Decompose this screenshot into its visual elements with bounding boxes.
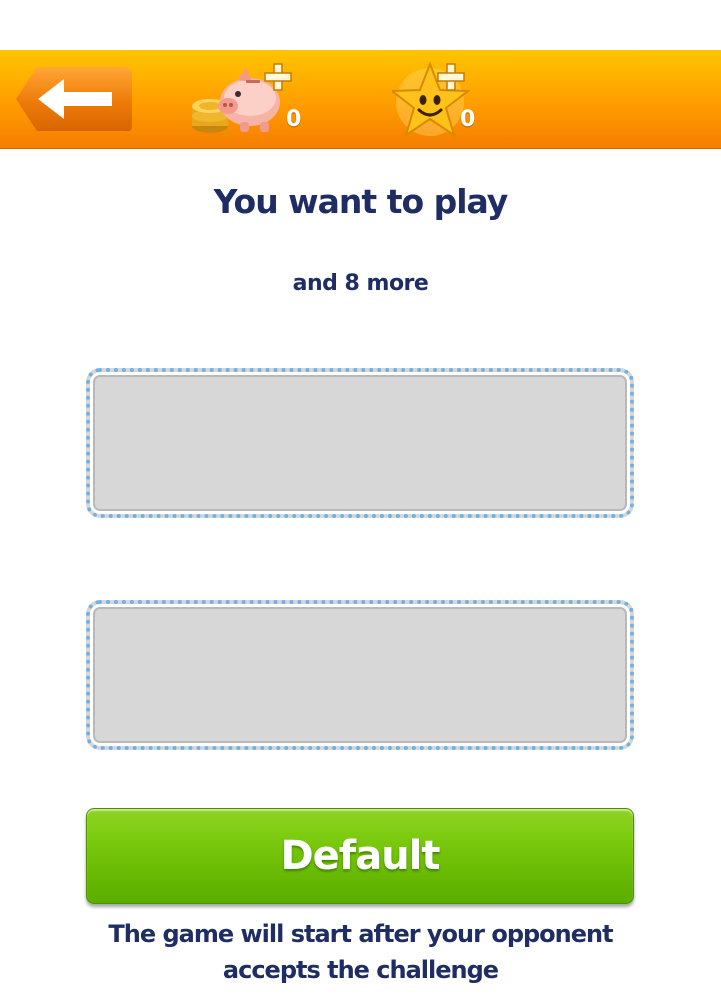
players-subtitle: and 8 more [292,271,429,296]
coins-count: 0 [286,107,302,132]
stars-count: 0 [460,107,476,132]
stars-counter[interactable]: 0 [389,58,492,144]
default-button[interactable]: Default [86,808,634,904]
smiling-star-plus-icon [389,61,471,138]
default-button-label: Default [280,833,440,879]
page-title: You want to play [213,182,509,221]
back-button[interactable] [16,67,132,131]
arrow-left-icon [38,79,112,119]
selection-slot-2[interactable] [86,600,634,750]
coins-counter[interactable]: 0 [188,58,308,144]
start-info-text: The game will start after your opponent … [108,920,613,984]
top-bar: 0 0 [0,50,721,149]
selection-slot-1[interactable] [86,368,634,518]
